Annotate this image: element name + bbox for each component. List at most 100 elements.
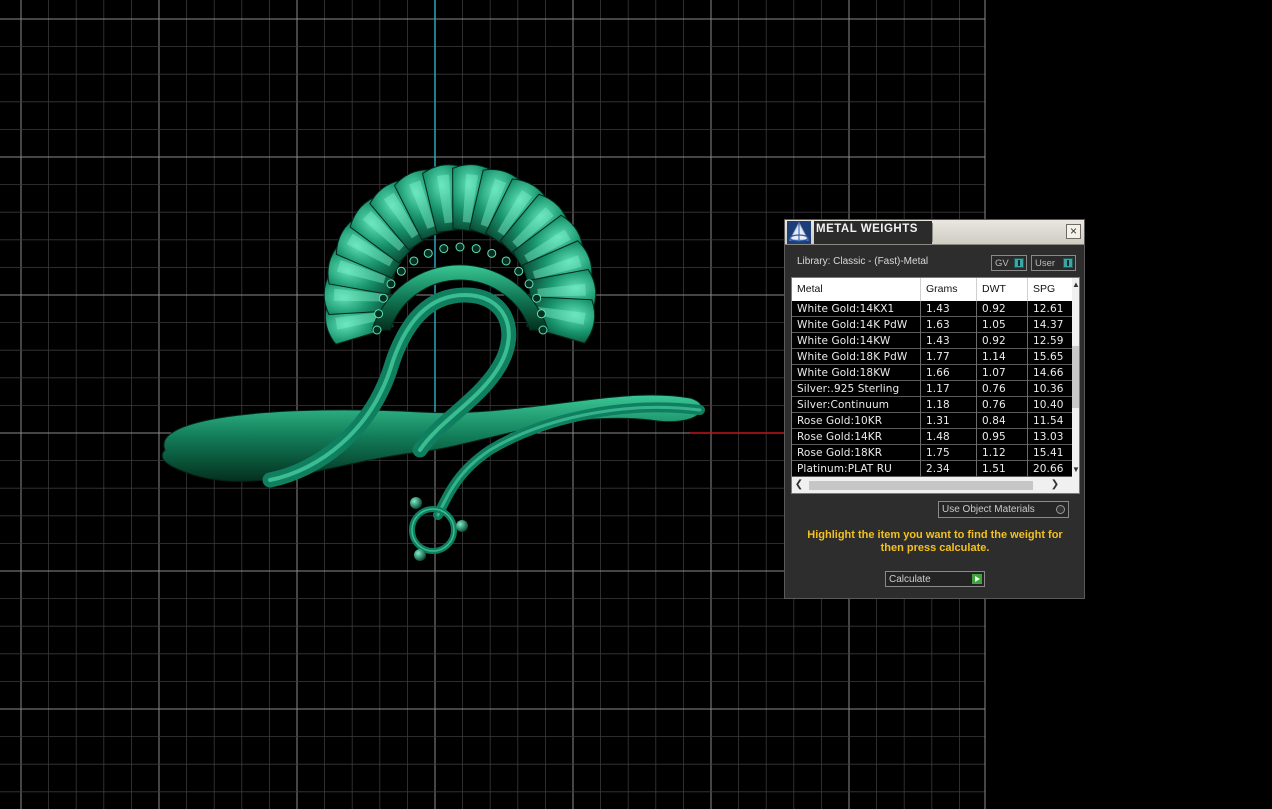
header-dwt[interactable]: DWT <box>977 278 1028 301</box>
halo-bead <box>538 325 548 335</box>
spg-cell: 11.54 <box>1033 415 1064 427</box>
spg-cell: 14.66 <box>1033 367 1064 379</box>
table-row[interactable]: Rose Gold:10KR 1.31 0.84 11.54 <box>792 413 1072 429</box>
metal-cell: Silver:.925 Sterling <box>792 381 921 397</box>
title-separator <box>932 223 933 242</box>
table-row[interactable]: Silver:Continuum 1.18 0.76 10.40 <box>792 397 1072 413</box>
scroll-down-icon[interactable]: ▼ <box>1072 464 1079 476</box>
halo-bead <box>374 309 384 319</box>
metal-cell: White Gold:14KX1 <box>792 301 921 317</box>
metal-cell: Rose Gold:10KR <box>792 413 921 429</box>
spg-cell: 13.03 <box>1033 431 1064 443</box>
vertical-scrollbar[interactable]: ▲ ▼ <box>1072 278 1079 477</box>
calculate-label: Calculate <box>889 574 931 585</box>
metal-weights-dialog[interactable]: METAL WEIGHTS × Library: Classic - (Fast… <box>784 219 1085 599</box>
dwt-cell: 1.14 <box>977 349 1028 365</box>
radio-icon[interactable] <box>1056 505 1065 514</box>
metal-table[interactable]: Metal Grams DWT SPG White Gold:14KX1 1.43… <box>791 277 1080 494</box>
grams-cell: 1.43 <box>921 301 977 317</box>
pyramid-icon <box>787 221 811 244</box>
scroll-left-icon[interactable]: ❮ <box>792 477 806 493</box>
halo-bead <box>386 279 396 289</box>
table-row[interactable]: Rose Gold:18KR 1.75 1.12 15.41 <box>792 445 1072 461</box>
metal-cell: White Gold:14KW <box>792 333 921 349</box>
metal-cell: White Gold:18KW <box>792 365 921 381</box>
scroll-up-icon[interactable]: ▲ <box>1072 279 1079 291</box>
halo-bead <box>536 309 546 319</box>
close-icon[interactable]: × <box>1066 224 1081 239</box>
gv-toggle[interactable]: GV <box>991 255 1027 271</box>
halo-bead <box>396 266 406 276</box>
grams-cell: 1.75 <box>921 445 977 461</box>
table-row[interactable]: Platinum:PLAT RU 2.34 1.51 20.66 <box>792 461 1072 477</box>
dwt-cell: 0.76 <box>977 381 1028 397</box>
dialog-title: METAL WEIGHTS <box>814 221 932 244</box>
instructions-text: Highlight the item you want to find the … <box>807 529 1063 554</box>
play-icon <box>972 574 982 584</box>
header-spg[interactable]: SPG <box>1028 278 1072 301</box>
spg-cell: 14.37 <box>1033 319 1064 331</box>
halo-bead <box>372 325 382 335</box>
library-label: Library: Classic - (Fast)-Metal <box>797 256 929 267</box>
metal-cell: White Gold:14K PdW <box>792 317 921 333</box>
dwt-cell: 0.92 <box>977 301 1028 317</box>
scroll-thumb[interactable] <box>1072 346 1079 408</box>
scroll-corner <box>1064 477 1079 493</box>
scroll-thumb[interactable] <box>809 481 1033 490</box>
table-row[interactable]: White Gold:18K PdW 1.77 1.14 15.65 <box>792 349 1072 365</box>
halo-bead <box>471 244 481 254</box>
spg-cell: 12.59 <box>1033 335 1064 347</box>
table-row[interactable]: White Gold:14KX1 1.43 0.92 12.61 <box>792 301 1072 317</box>
grams-cell: 2.34 <box>921 461 977 477</box>
halo-bead <box>514 266 524 276</box>
halo-bead <box>501 256 511 266</box>
halo-bead <box>524 279 534 289</box>
table-row[interactable]: White Gold:14KW 1.43 0.92 12.59 <box>792 333 1072 349</box>
flower-petals <box>323 164 597 345</box>
table-row[interactable]: Silver:.925 Sterling 1.17 0.76 10.36 <box>792 381 1072 397</box>
spg-cell: 12.61 <box>1033 303 1064 315</box>
grams-cell: 1.31 <box>921 413 977 429</box>
horizontal-scrollbar[interactable]: ❮ ❯ <box>792 477 1079 493</box>
toggle-knob-icon <box>1063 258 1073 268</box>
table-row[interactable]: White Gold:14K PdW 1.63 1.05 14.37 <box>792 317 1072 333</box>
dwt-cell: 1.12 <box>977 445 1028 461</box>
halo-bead <box>378 293 388 303</box>
use-object-materials-option[interactable]: Use Object Materials <box>938 501 1069 518</box>
dwt-cell: 1.07 <box>977 365 1028 381</box>
grams-cell: 1.66 <box>921 365 977 381</box>
toggle-knob-icon <box>1014 258 1024 268</box>
spg-cell: 10.40 <box>1033 399 1064 411</box>
table-row[interactable]: Rose Gold:14KR 1.48 0.95 13.03 <box>792 429 1072 445</box>
metal-cell: Platinum:PLAT RU <box>792 461 921 477</box>
metal-cell: Rose Gold:18KR <box>792 445 921 461</box>
halo-bead <box>423 248 433 258</box>
gv-toggle-label: GV <box>995 258 1009 269</box>
halo-bead <box>455 242 465 252</box>
grams-cell: 1.77 <box>921 349 977 365</box>
table-header: Metal Grams DWT SPG <box>792 278 1072 301</box>
grams-cell: 1.63 <box>921 317 977 333</box>
use-object-materials-label: Use Object Materials <box>942 504 1035 515</box>
user-toggle[interactable]: User <box>1031 255 1076 271</box>
grams-cell: 1.18 <box>921 397 977 413</box>
metal-cell: Rose Gold:14KR <box>792 429 921 445</box>
dwt-cell: 1.05 <box>977 317 1028 333</box>
dwt-cell: 0.76 <box>977 397 1028 413</box>
header-metal[interactable]: Metal <box>792 278 921 301</box>
calculate-button[interactable]: Calculate <box>885 571 985 587</box>
dialog-titlebar[interactable]: METAL WEIGHTS × <box>785 220 1084 245</box>
metal-cell: White Gold:18K PdW <box>792 349 921 365</box>
metal-cell: Silver:Continuum <box>792 397 921 413</box>
halo-bead <box>409 256 419 266</box>
table-row[interactable]: White Gold:18KW 1.66 1.07 14.66 <box>792 365 1072 381</box>
dwt-cell: 0.92 <box>977 333 1028 349</box>
scroll-right-icon[interactable]: ❯ <box>1048 477 1062 493</box>
halo-bead <box>532 293 542 303</box>
halo-bead <box>439 244 449 254</box>
user-toggle-label: User <box>1035 258 1056 269</box>
spg-cell: 20.66 <box>1033 463 1064 475</box>
spg-cell: 10.36 <box>1033 383 1064 395</box>
header-grams[interactable]: Grams <box>921 278 977 301</box>
grams-cell: 1.48 <box>921 429 977 445</box>
